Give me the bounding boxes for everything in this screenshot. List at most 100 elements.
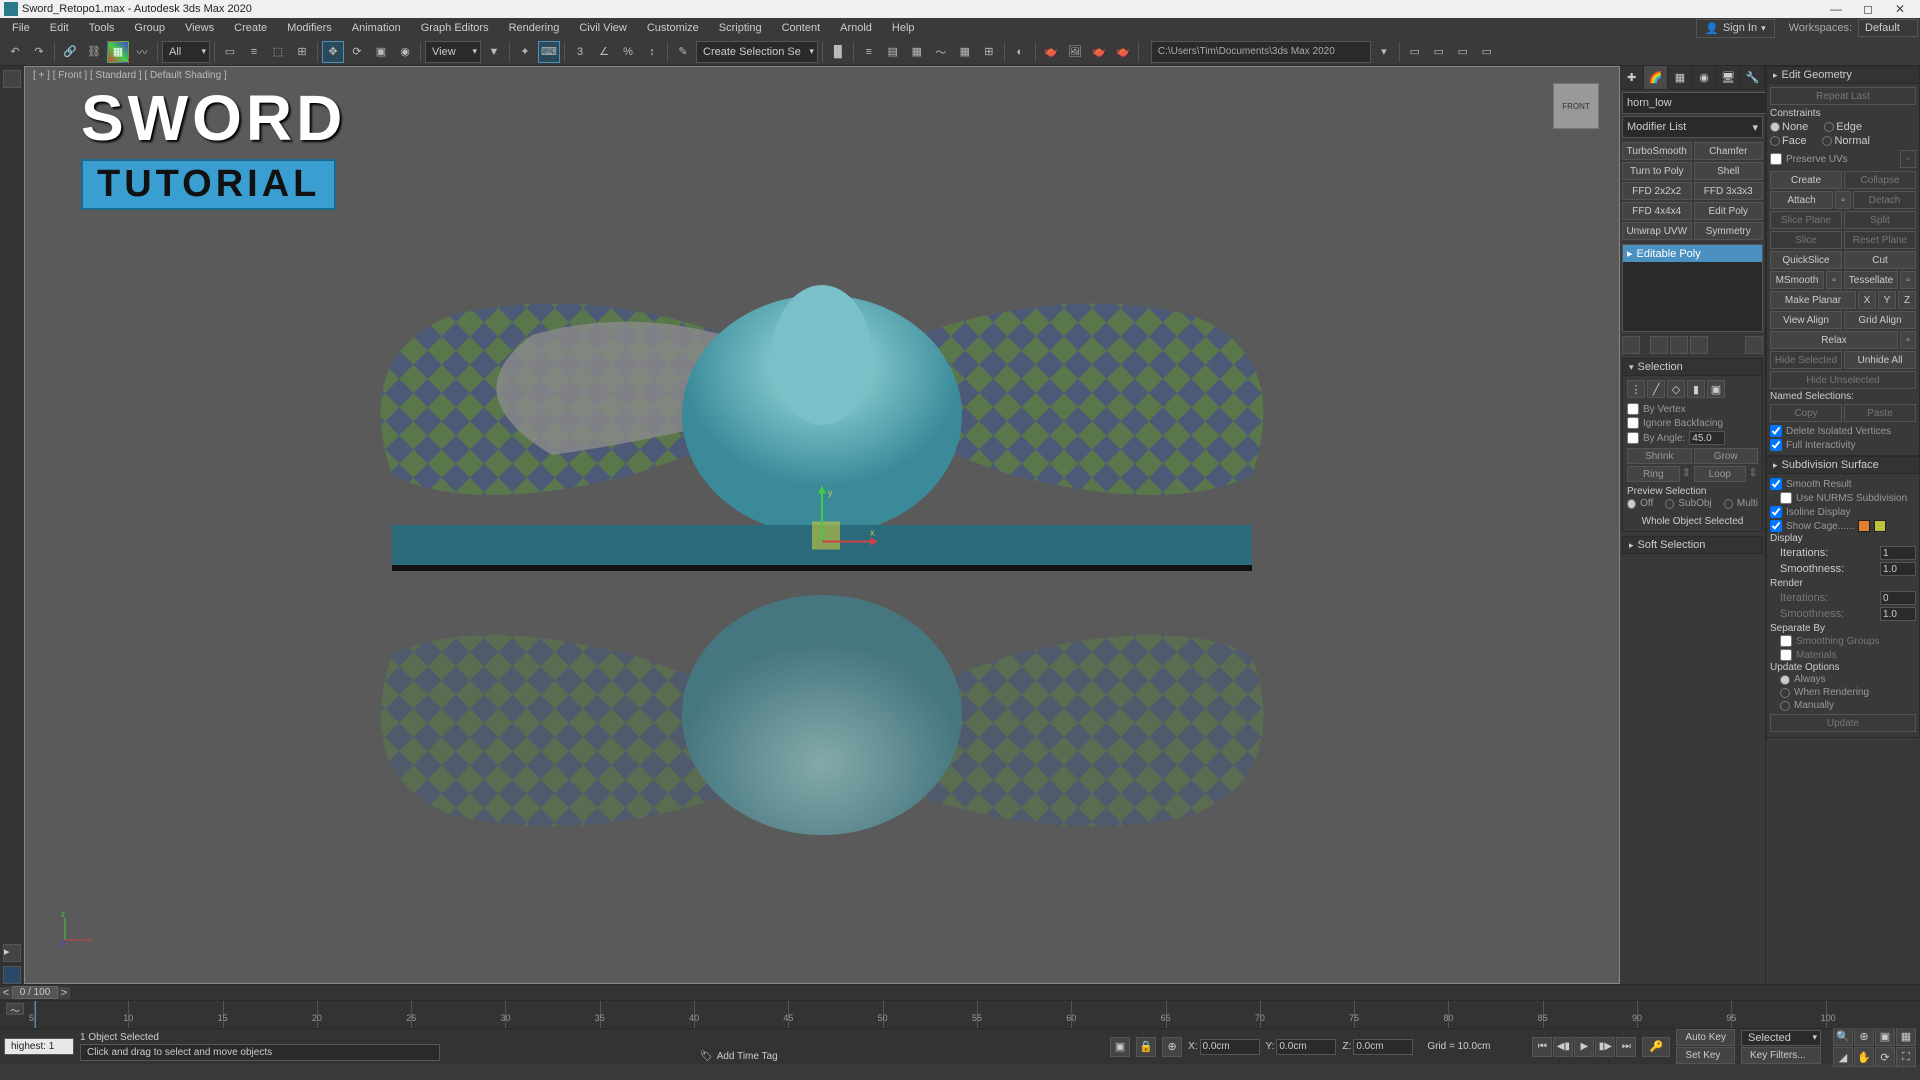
constraint-normal[interactable] — [1822, 136, 1832, 146]
motion-tab[interactable]: ◉ — [1693, 66, 1717, 89]
key-selected-dropdown[interactable]: Selected — [1741, 1030, 1821, 1046]
modifier-stack[interactable]: ▸Editable Poly — [1622, 244, 1763, 332]
zoom-extents-button[interactable]: ▣ — [1875, 1026, 1895, 1046]
render-setup-button[interactable]: 🫖 — [1040, 41, 1062, 63]
msmooth-button[interactable]: MSmooth — [1770, 271, 1824, 289]
toggle-ribbon-button[interactable]: ▦ — [906, 41, 928, 63]
show-end-result-button[interactable] — [1650, 336, 1668, 354]
planar-z[interactable]: Z — [1898, 291, 1916, 309]
preserve-uvs-check[interactable] — [1770, 153, 1782, 165]
hide-unselected-button[interactable]: Hide Unselected — [1770, 371, 1916, 389]
stack-editable-poly[interactable]: ▸Editable Poly — [1623, 245, 1762, 262]
menu-animation[interactable]: Animation — [342, 20, 411, 36]
select-move-button[interactable]: ✥ — [322, 41, 344, 63]
cage-color2[interactable] — [1874, 520, 1886, 532]
project-path-field[interactable]: C:\Users\Tim\Documents\3ds Max 2020 — [1151, 41, 1371, 63]
link-button[interactable]: 🔗 — [59, 41, 81, 63]
rect-region-button[interactable]: ⬚ — [267, 41, 289, 63]
planar-x[interactable]: X — [1858, 291, 1876, 309]
time-next[interactable]: > — [58, 987, 70, 999]
select-scale-button[interactable]: ▣ — [370, 41, 392, 63]
make-unique-button[interactable] — [1670, 336, 1688, 354]
nurms-check[interactable] — [1780, 492, 1792, 504]
maximize-button[interactable]: ◻ — [1852, 0, 1884, 18]
reset-plane-button[interactable]: Reset Plane — [1844, 231, 1916, 249]
grow-button[interactable]: Grow — [1694, 448, 1759, 464]
snap-toggle-button[interactable]: 3 — [569, 41, 591, 63]
preview-subobj-radio[interactable] — [1665, 499, 1674, 509]
attach-button[interactable]: Attach — [1770, 191, 1833, 209]
unlink-button[interactable]: ⛓ — [83, 41, 105, 63]
maxscript-mini[interactable]: highest: 1 — [4, 1038, 74, 1055]
attach-list-button[interactable]: ▫ — [1835, 191, 1851, 209]
bind-spacewarp-button[interactable]: ▦ — [107, 41, 129, 63]
time-handle[interactable]: 0 / 100 — [12, 986, 58, 999]
transform-gizmo[interactable]: yx — [762, 482, 882, 605]
render-production-button[interactable]: 🫖 — [1088, 41, 1110, 63]
selection-lock-button[interactable]: 🔒 — [1136, 1037, 1156, 1057]
keyboard-shortcut-button[interactable]: ⌨ — [538, 41, 560, 63]
slice-plane-button[interactable]: Slice Plane — [1770, 211, 1842, 229]
orbit-button[interactable]: ⟳ — [1875, 1047, 1895, 1067]
msmooth-set[interactable]: ▫ — [1826, 271, 1842, 289]
display-tab[interactable]: 🖥 — [1717, 66, 1741, 89]
create-tab[interactable]: ✚ — [1620, 66, 1644, 89]
menu-create[interactable]: Create — [224, 20, 277, 36]
schematic-button[interactable]: 〰 — [131, 41, 153, 63]
menu-modifiers[interactable]: Modifiers — [277, 20, 342, 36]
menu-group[interactable]: Group — [124, 20, 175, 36]
show-cage-check[interactable] — [1770, 520, 1782, 532]
tess-set[interactable]: ▫ — [1900, 271, 1916, 289]
isolate-selection-button[interactable]: ▣ — [1110, 1037, 1130, 1057]
zoom-button[interactable]: 🔍 — [1833, 1026, 1853, 1046]
layer-button[interactable]: ▭ — [1476, 41, 1498, 63]
hide-selected-button[interactable]: Hide Selected — [1770, 351, 1842, 369]
mod-turntopoly[interactable]: Turn to Poly — [1622, 162, 1692, 180]
menu-arnold[interactable]: Arnold — [830, 20, 882, 36]
select-object-button[interactable]: ▭ — [219, 41, 241, 63]
sep-materials-check[interactable] — [1780, 649, 1792, 661]
pan-button[interactable]: ✋ — [1854, 1047, 1874, 1067]
select-manipulate-button[interactable]: ✦ — [514, 41, 536, 63]
object-name-field[interactable] — [1622, 92, 1774, 114]
mod-editpoly[interactable]: Edit Poly — [1694, 202, 1764, 220]
curve-editor-button[interactable]: 〜 — [930, 41, 952, 63]
element-subobj[interactable]: ▣ — [1707, 380, 1725, 398]
render-smoothness[interactable] — [1880, 607, 1916, 621]
dope-sheet-button[interactable]: ▦ — [954, 41, 976, 63]
redo-button[interactable]: ↷ — [28, 41, 50, 63]
material-editor-button[interactable]: ◐ — [1009, 41, 1031, 63]
selection-rollout-header[interactable]: Selection — [1622, 358, 1763, 376]
collapse-button[interactable]: Collapse — [1844, 171, 1916, 189]
remove-modifier-button[interactable] — [1690, 336, 1708, 354]
subdivision-header[interactable]: Subdivision Surface — [1766, 456, 1920, 474]
signin-button[interactable]: 👤Sign In▾ — [1696, 19, 1774, 38]
vp-expand-button[interactable]: ▸ — [3, 944, 21, 962]
reset-layout-button[interactable]: ▭ — [1404, 41, 1426, 63]
isoline-check[interactable] — [1770, 506, 1782, 518]
play[interactable]: ▶ — [1574, 1037, 1594, 1057]
mod-symmetry[interactable]: Symmetry — [1694, 222, 1764, 240]
ring-button[interactable]: Ring — [1627, 466, 1680, 482]
relax-set[interactable]: ▫ — [1900, 331, 1916, 349]
save-scene-button[interactable]: ▭ — [1428, 41, 1450, 63]
mod-ffd222[interactable]: FFD 2x2x2 — [1622, 182, 1692, 200]
layer-explorer-button[interactable]: ▤ — [882, 41, 904, 63]
mod-chamfer[interactable]: Chamfer — [1694, 142, 1764, 160]
configure-sets-button[interactable] — [1745, 336, 1763, 354]
menu-views[interactable]: Views — [175, 20, 224, 36]
percent-snap-button[interactable]: % — [617, 41, 639, 63]
time-slider[interactable]: < 0 / 100 > — [0, 984, 1920, 1000]
zoom-extents-all-button[interactable]: ▦ — [1896, 1026, 1916, 1046]
loop-button[interactable]: Loop — [1694, 466, 1747, 482]
mirror-button[interactable]: ▐▌ — [827, 41, 849, 63]
delete-iso-check[interactable] — [1770, 425, 1782, 437]
unhide-button[interactable]: Unhide All — [1844, 351, 1916, 369]
shrink-button[interactable]: Shrink — [1627, 448, 1692, 464]
add-time-tag[interactable]: Add Time Tag — [717, 1051, 778, 1062]
zoom-all-button[interactable]: ⊕ — [1854, 1026, 1874, 1046]
planar-y[interactable]: Y — [1878, 291, 1896, 309]
grid-align-button[interactable]: Grid Align — [1844, 311, 1916, 329]
spinner-snap-button[interactable]: ↕ — [641, 41, 663, 63]
menu-rendering[interactable]: Rendering — [499, 20, 570, 36]
